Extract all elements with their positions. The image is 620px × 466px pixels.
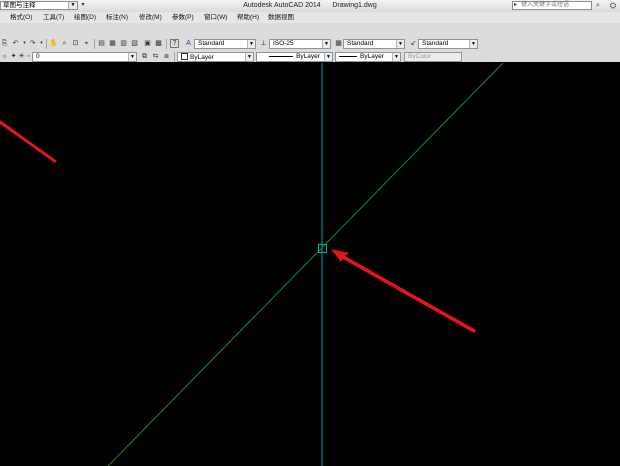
layers-properties-toolbar: ☼ ✦ ☀ ▫ 0 ▼ ⧉ ⇆ ⧈ ByLayer ▼ ByLayer ▼ By… [0,51,465,63]
layer-tools-icon[interactable]: ⧈ [162,52,171,61]
markup-icon[interactable]: ▣ [143,39,152,48]
menu-data-view[interactable]: 数据视图 [268,12,294,23]
text-style-value: Standard [198,40,225,47]
color-dropdown[interactable]: ByLayer ▼ [177,52,254,62]
table-style-value: Standard [347,40,374,47]
pan-icon[interactable]: ✋ [49,39,58,48]
zoom-window-icon[interactable]: ⊡ [71,39,80,48]
linetype-preview [269,55,294,57]
help-icon[interactable]: ? [170,39,179,48]
properties-icon[interactable]: ▤ [97,39,106,48]
text-style-dropdown[interactable]: Standard ▼ [194,39,256,49]
chevron-down-icon[interactable]: ▼ [469,40,477,48]
table-style-icon: ▦ [335,40,342,47]
file-name: Drawing1.dwg [332,2,377,9]
menu-help[interactable]: 帮助(H) [237,12,259,23]
sheet-set-icon[interactable]: ▧ [130,39,139,48]
search-input[interactable]: ▸ 键入关键字或短语 [512,1,592,10]
search-icon[interactable]: ⌕ [593,1,603,10]
layer-dropdown[interactable]: 0 ▼ [32,52,137,62]
dim-style-icon: ⟂ [261,40,266,47]
calc-icon[interactable]: ▩ [154,39,163,48]
search-arrow-icon[interactable]: ▸ [514,2,517,9]
toolbar-separator [94,39,95,49]
menu-window[interactable]: 窗口(W) [204,12,227,23]
chevron-down-icon[interactable]: ▼ [247,40,255,48]
menu-dimension[interactable]: 标注(N) [106,12,128,23]
toolbar-separator [166,39,167,49]
menu-modify[interactable]: 修改(M) [139,12,162,23]
linetype-value: ByLayer [296,53,320,60]
plotstyle-dropdown: ByColor [404,52,462,62]
chevron-down-icon[interactable]: ▼ [322,40,330,48]
dim-style-value: ISO-25 [273,40,294,47]
app-name: Autodesk AutoCAD 2014 [243,2,321,9]
menu-parametric[interactable]: 参数(P) [172,12,194,23]
zoom-realtime-icon[interactable]: ⌕ [60,39,69,48]
chevron-down-icon[interactable]: ▼ [324,53,332,61]
plotstyle-value: ByColor [408,53,432,60]
binoculars-icon[interactable]: ⛭ [607,0,619,11]
linetype-dropdown[interactable]: ByLayer ▼ [256,52,333,62]
chevron-down-icon[interactable]: ▼ [392,53,400,61]
search-placeholder: 键入关键字或短语 [521,2,570,8]
chevron-down-icon[interactable]: ▾ [37,39,46,48]
design-center-icon[interactable]: ▦ [108,39,117,48]
menu-format[interactable]: 格式(O) [10,12,32,23]
tool-palettes-icon[interactable]: ▥ [119,39,128,48]
standard-toolbar: ⎘ ↶ ▾ ↷ ▾ ✋ ⌕ ⊡ ⌖ ▤ ▦ ▥ ▧ ▣ ▩ ? A Standa… [0,37,480,50]
dim-style-dropdown[interactable]: ISO-25 ▼ [269,39,331,49]
menu-draw[interactable]: 绘图(D) [74,12,96,23]
paste-icon[interactable]: ⎘ [0,39,9,48]
layer-state-icon[interactable]: ☼ [0,52,9,61]
chevron-down-icon[interactable]: ▼ [245,53,253,61]
annotation-arrow-center [331,249,476,333]
multileader-style-dropdown[interactable]: Standard ▼ [418,39,478,49]
zoom-previous-icon[interactable]: ⌖ [82,39,91,48]
annotation-arrow-left [0,120,57,163]
lineweight-value: ByLayer [360,53,384,60]
redo-icon[interactable]: ↷ [28,39,37,48]
color-swatch [181,53,188,60]
menu-tools[interactable]: 工具(T) [43,12,64,23]
drawing-canvas[interactable] [0,63,620,466]
multileader-style-icon: ↙ [410,40,417,47]
color-value: ByLayer [190,54,214,61]
chevron-down-icon[interactable]: ▼ [128,53,136,61]
table-style-dropdown[interactable]: Standard ▼ [343,39,405,49]
toolbar-separator [174,52,175,62]
text-style-icon: A [186,40,191,47]
current-layer-value: 0 [36,53,40,60]
toolbar-separator [46,39,47,49]
undo-icon[interactable]: ↶ [11,39,20,48]
construction-line-diagonal[interactable] [107,63,504,466]
make-current-layer-icon[interactable]: ⧉ [140,52,149,61]
multileader-style-value: Standard [422,40,449,47]
lineweight-preview [339,55,357,57]
model-space[interactable] [0,63,620,466]
chevron-down-icon[interactable]: ▼ [396,40,404,48]
lineweight-dropdown[interactable]: ByLayer ▼ [335,52,401,62]
layer-previous-icon[interactable]: ⇆ [151,52,160,61]
